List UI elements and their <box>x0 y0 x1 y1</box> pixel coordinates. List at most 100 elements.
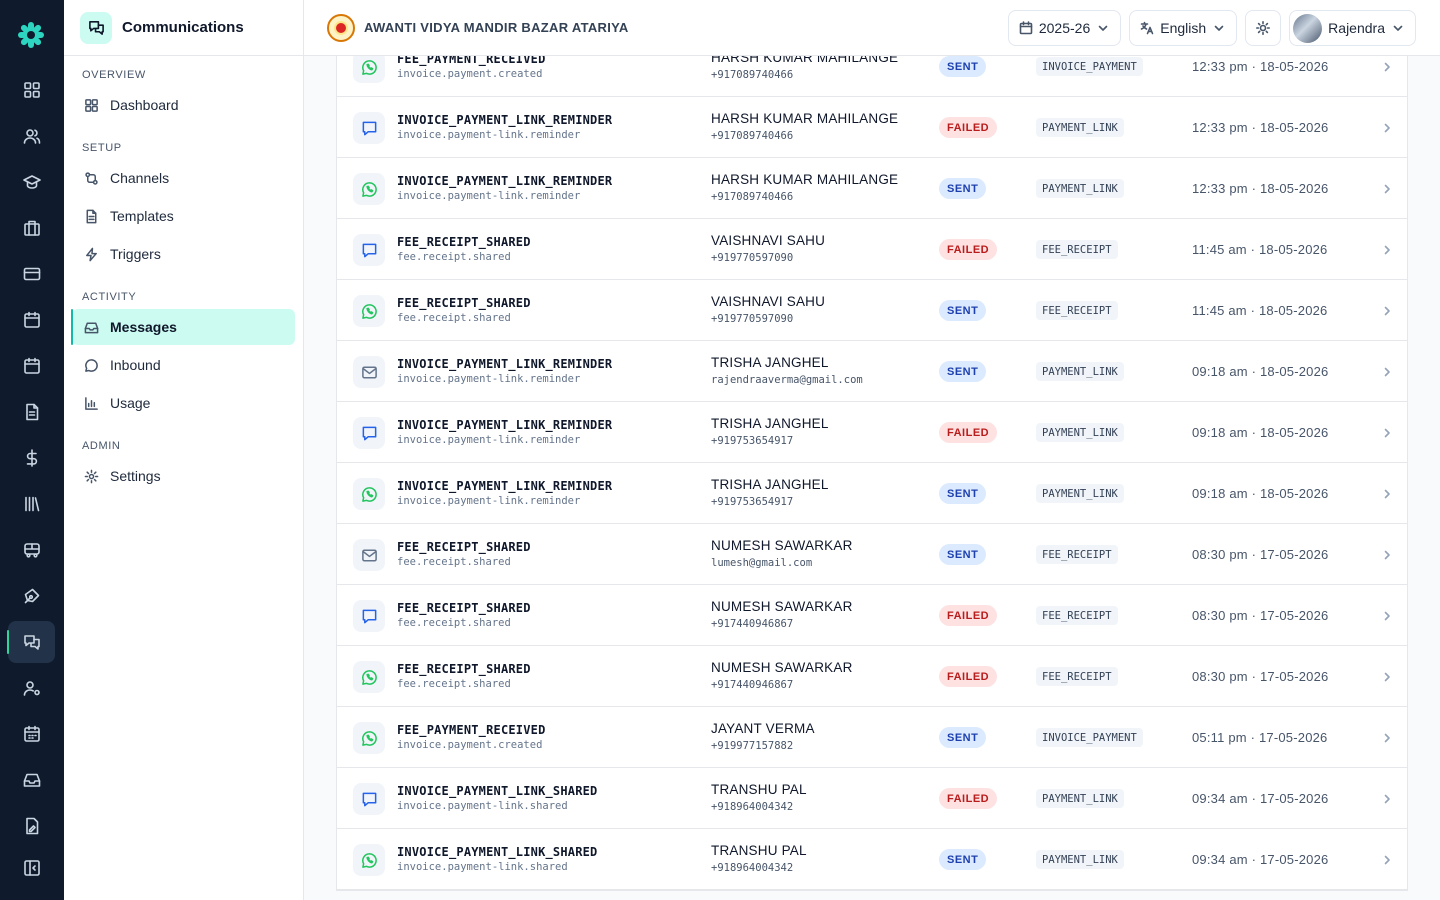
section-label-admin: ADMIN <box>82 440 121 452</box>
sidebar-item-inbound[interactable]: Inbound <box>72 347 295 383</box>
recipient-name: TRISHA JANGHEL <box>711 477 829 492</box>
pen-tool-icon <box>24 588 39 604</box>
message-row[interactable]: INVOICE_PAYMENT_LINK_SHARED invoice.paym… <box>337 768 1407 829</box>
graduation-cap-icon <box>22 175 41 189</box>
reference-type: FEE_RECEIPT <box>1036 667 1118 686</box>
status-badge: FAILED <box>939 605 998 626</box>
sidebar-item-triggers[interactable]: Triggers <box>72 236 295 272</box>
rail-calendar[interactable] <box>8 299 55 341</box>
sent-time: 05:11 pm · 17-05-2026 <box>1192 730 1328 745</box>
status-badge: FAILED <box>939 422 998 443</box>
rail-payments[interactable] <box>8 253 55 295</box>
recipient-address: +917089740466 <box>711 130 794 142</box>
reference-type: INVOICE_PAYMENT <box>1036 57 1143 76</box>
reference-type: FEE_RECEIPT <box>1036 301 1118 320</box>
rail-library[interactable] <box>8 483 55 525</box>
event-name: INVOICE_PAYMENT_LINK_REMINDER <box>397 174 613 188</box>
message-row[interactable]: FEE_RECEIPT_SHARED fee.receipt.shared NU… <box>337 585 1407 646</box>
chevron-down-icon <box>1098 25 1108 31</box>
dashboard-icon <box>85 98 98 112</box>
language-value: English <box>1160 20 1207 36</box>
rail-staff[interactable] <box>8 667 55 709</box>
message-row[interactable]: FEE_RECEIPT_SHARED fee.receipt.shared VA… <box>337 219 1407 280</box>
sidebar-item-dashboard[interactable]: Dashboard <box>72 87 295 123</box>
credit-card-icon <box>23 267 40 281</box>
app-logo-icon[interactable] <box>16 20 46 50</box>
rail-fees[interactable] <box>8 437 55 479</box>
event-key: invoice.payment-link.reminder <box>397 190 581 202</box>
rail-communications[interactable] <box>7 621 55 663</box>
event-name: FEE_RECEIPT_SHARED <box>397 601 531 615</box>
event-key: invoice.payment-link.shared <box>397 861 568 873</box>
message-row[interactable]: INVOICE_PAYMENT_LINK_SHARED invoice.paym… <box>337 829 1407 890</box>
rail-collapse[interactable] <box>8 847 55 889</box>
rail-documents[interactable] <box>8 391 55 433</box>
rail-reports[interactable] <box>8 805 55 847</box>
event-key: invoice.payment.created <box>397 739 543 751</box>
rail-schedule[interactable] <box>8 345 55 387</box>
chevron-right-icon <box>1381 609 1393 621</box>
user-menu[interactable]: Rajendra <box>1289 10 1416 46</box>
message-row[interactable]: FEE_RECEIPT_SHARED fee.receipt.shared NU… <box>337 524 1407 585</box>
calendar-grid-icon <box>23 725 40 742</box>
chevron-down-icon <box>1214 25 1224 31</box>
sidebar-item-channels[interactable]: Channels <box>72 160 295 196</box>
message-row[interactable]: FEE_PAYMENT_RECEIVED invoice.payment.cre… <box>337 56 1407 97</box>
rail-dashboard[interactable] <box>8 69 55 111</box>
status-badge: FAILED <box>939 666 998 687</box>
recipient-address: +919753654917 <box>711 435 794 447</box>
settings-icon <box>84 469 99 483</box>
language-select[interactable]: English <box>1129 10 1238 46</box>
rail-events[interactable] <box>8 713 55 755</box>
sent-time: 09:18 am · 18-05-2026 <box>1192 486 1329 501</box>
rail-inventory[interactable] <box>8 759 55 801</box>
rail-marketing[interactable] <box>8 575 55 617</box>
recipient-name: JAYANT VERMA <box>711 721 815 736</box>
message-row[interactable]: FEE_PAYMENT_RECEIVED invoice.payment.cre… <box>337 707 1407 768</box>
theme-toggle-button[interactable] <box>1245 10 1282 46</box>
message-row[interactable]: INVOICE_PAYMENT_LINK_REMINDER invoice.pa… <box>337 341 1407 402</box>
sidebar-item-usage[interactable]: Usage <box>72 385 295 421</box>
rail-transport[interactable] <box>8 529 55 571</box>
status-badge: SENT <box>939 849 987 870</box>
event-key: fee.receipt.shared <box>397 556 511 568</box>
sidebar-item-messages[interactable]: Messages <box>71 309 295 345</box>
recipient-name: TRANSHU PAL <box>711 843 807 858</box>
recipient-name: HARSH KUMAR MAHILANGE <box>711 172 899 187</box>
school-name: AWANTI VIDYA MANDIR BAZAR ATARIYA <box>364 20 629 35</box>
message-row[interactable]: INVOICE_PAYMENT_LINK_REMINDER invoice.pa… <box>337 158 1407 219</box>
sent-time: 09:34 am · 17-05-2026 <box>1192 852 1329 867</box>
translate-icon <box>1140 21 1154 35</box>
chevron-down-icon <box>1393 25 1403 31</box>
message-row[interactable]: FEE_RECEIPT_SHARED fee.receipt.shared NU… <box>337 646 1407 707</box>
sidebar-item-templates[interactable]: Templates <box>72 198 295 234</box>
event-key: invoice.payment-link.reminder <box>397 373 581 385</box>
message-row[interactable]: FEE_RECEIPT_SHARED fee.receipt.shared VA… <box>337 280 1407 341</box>
academic-year-select[interactable]: 2025-26 <box>1007 10 1122 46</box>
message-row[interactable]: INVOICE_PAYMENT_LINK_REMINDER invoice.pa… <box>337 402 1407 463</box>
recipient-address: +917089740466 <box>711 191 794 203</box>
recipient-address: lumesh@gmail.com <box>711 557 813 569</box>
recipient-address: +918964004342 <box>711 801 794 813</box>
recipient-address: +919770597090 <box>711 313 794 325</box>
section-label-activity: ACTIVITY <box>82 291 137 303</box>
message-row[interactable]: INVOICE_PAYMENT_LINK_REMINDER invoice.pa… <box>337 97 1407 158</box>
reference-type: PAYMENT_LINK <box>1036 362 1124 381</box>
rail-organization[interactable] <box>8 207 55 249</box>
sent-time: 09:18 am · 18-05-2026 <box>1192 364 1329 379</box>
message-row[interactable]: INVOICE_PAYMENT_LINK_REMINDER invoice.pa… <box>337 463 1407 524</box>
channels-icon <box>85 171 98 185</box>
communications-module-icon <box>80 11 112 44</box>
recipient-address: +919770597090 <box>711 252 794 264</box>
chevron-right-icon <box>1381 304 1393 316</box>
sent-time: 11:45 am · 18-05-2026 <box>1192 303 1328 318</box>
school-logo <box>327 13 355 42</box>
grid-icon <box>23 82 40 98</box>
section-label-overview: OVERVIEW <box>82 69 146 81</box>
chevron-right-icon <box>1381 853 1393 865</box>
event-key: invoice.payment.created <box>397 68 543 80</box>
recipient-name: HARSH KUMAR MAHILANGE <box>711 111 899 126</box>
rail-academics[interactable] <box>8 161 55 203</box>
sidebar-item-settings[interactable]: Settings <box>72 458 295 494</box>
rail-people[interactable] <box>8 115 55 157</box>
